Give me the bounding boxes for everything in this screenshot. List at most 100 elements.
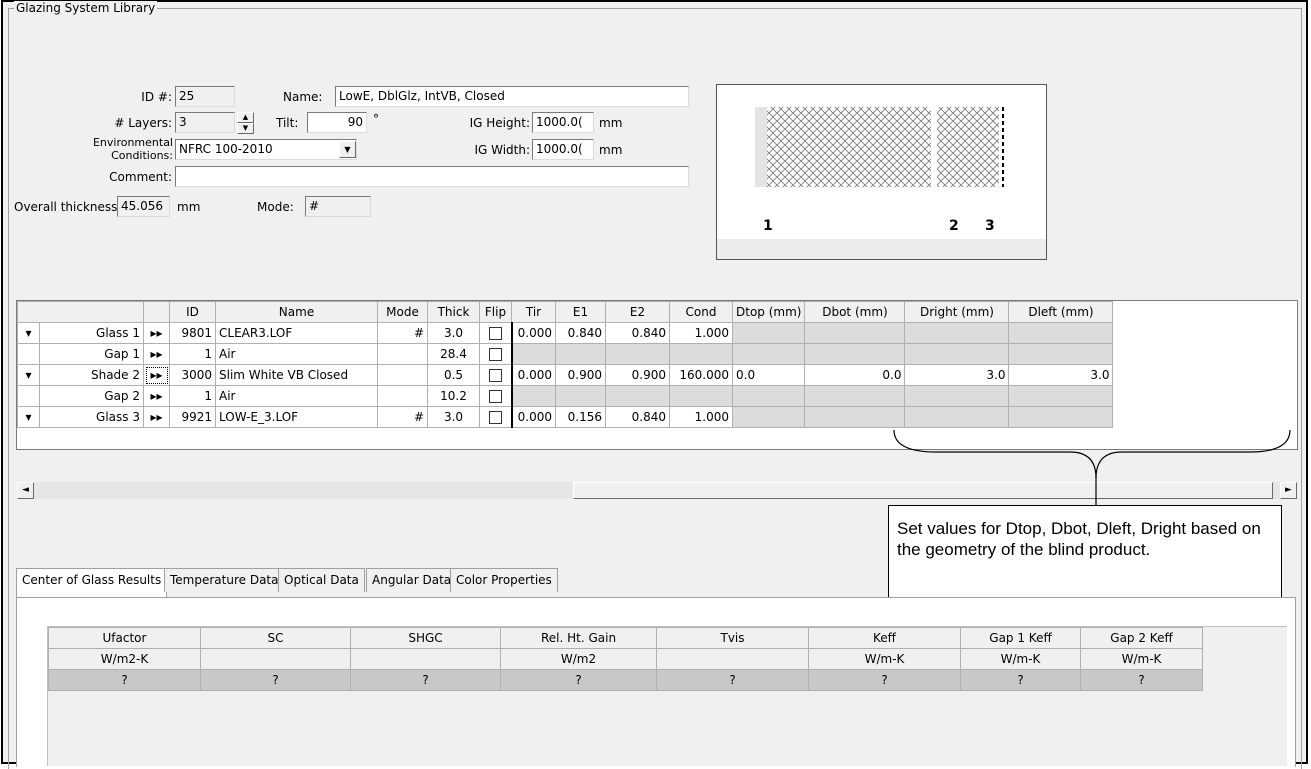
- flip-checkbox[interactable]: [488, 390, 502, 403]
- tab-angular-data[interactable]: Angular Data: [366, 568, 458, 592]
- spin-down-icon[interactable]: ▼: [237, 123, 254, 134]
- row-dropdown-icon[interactable]: ▾: [17, 406, 40, 428]
- flip-checkbox[interactable]: [488, 369, 502, 382]
- cell-dtop[interactable]: 0.0: [731, 364, 806, 386]
- dropdown-arrow-icon[interactable]: ▼: [339, 141, 356, 158]
- tilt-field[interactable]: 90: [307, 112, 367, 133]
- cell-dleft[interactable]: 3.0: [1008, 364, 1114, 386]
- layer-table: ID Name Mode Thick Flip Tir E1 E2 Cond D…: [17, 301, 1209, 428]
- cell-tir[interactable]: 0.000: [510, 406, 556, 428]
- result-header: Rel. Ht. Gain: [500, 627, 657, 649]
- cell-dright[interactable]: 3.0: [904, 364, 1010, 386]
- cell-dleft: [1008, 343, 1114, 365]
- cell-name[interactable]: Slim White VB Closed: [215, 364, 378, 386]
- cell-e2: [605, 385, 670, 407]
- row-nav-icon[interactable]: ▸▸: [143, 406, 170, 428]
- cell-mode[interactable]: [377, 385, 428, 407]
- brace-annotation: [893, 429, 1291, 506]
- cell-dbot[interactable]: 0.0: [804, 364, 906, 386]
- cell-id[interactable]: 1: [169, 343, 216, 365]
- id-field: 25: [175, 86, 235, 107]
- cell-id[interactable]: 1: [169, 385, 216, 407]
- env-conditions-select[interactable]: NFRC 100-2010: [175, 139, 357, 160]
- env-select-value: NFRC 100-2010: [179, 142, 273, 156]
- tab-color-properties[interactable]: Color Properties: [450, 568, 558, 592]
- spin-up-icon[interactable]: ▲: [237, 112, 254, 123]
- row-dropdown-icon[interactable]: ▾: [17, 364, 40, 386]
- header-cell: Cond: [669, 301, 733, 323]
- cell-thick[interactable]: 3.0: [427, 406, 480, 428]
- row-dropdown-icon[interactable]: ▾: [17, 322, 40, 344]
- result-value: ?: [808, 669, 961, 691]
- cell-tir[interactable]: 0.000: [510, 322, 556, 344]
- cell-id[interactable]: 3000: [169, 364, 216, 386]
- scroll-left-icon[interactable]: ◄: [17, 482, 34, 499]
- cell-mode[interactable]: #: [377, 406, 428, 428]
- result-value: ?: [1080, 669, 1203, 691]
- cell-mode[interactable]: #: [377, 322, 428, 344]
- cell-e1[interactable]: 0.156: [555, 406, 606, 428]
- comment-label: Comment:: [109, 170, 172, 184]
- cell-thick[interactable]: 28.4: [427, 343, 480, 365]
- header-cell: Name: [215, 301, 378, 323]
- cell-mode[interactable]: [377, 364, 428, 386]
- cell-e2: [605, 343, 670, 365]
- cell-dtop: [731, 322, 806, 344]
- cell-name[interactable]: Air: [215, 385, 378, 407]
- cell-e1[interactable]: 0.840: [555, 322, 606, 344]
- row-nav-icon[interactable]: ▸▸: [143, 322, 170, 344]
- header-cell: Thick: [427, 301, 480, 323]
- cell-cond[interactable]: 1.000: [669, 322, 733, 344]
- cell-cond[interactable]: 160.000: [669, 364, 733, 386]
- ig-height-field[interactable]: 1000.0(: [532, 112, 594, 133]
- tab-temperature-data[interactable]: Temperature Data: [164, 568, 285, 592]
- flip-checkbox[interactable]: [488, 411, 502, 424]
- cell-e2[interactable]: 0.900: [605, 364, 670, 386]
- layer-preview-drawing: 1 2 3: [717, 107, 1046, 259]
- cell-e2[interactable]: 0.840: [605, 322, 670, 344]
- cell-thick[interactable]: 0.5: [427, 364, 480, 386]
- flip-cell[interactable]: [479, 364, 512, 386]
- cell-name[interactable]: CLEAR3.LOF: [215, 322, 378, 344]
- ig-width-label: IG Width:: [474, 143, 530, 157]
- cell-e1[interactable]: 0.900: [555, 364, 606, 386]
- header-cell: Dleft (mm): [1008, 301, 1114, 323]
- cell-thick[interactable]: 3.0: [427, 322, 480, 344]
- preview-footer: [717, 239, 1046, 259]
- header-cell: Dtop (mm): [731, 301, 806, 323]
- cell-id[interactable]: 9921: [169, 406, 216, 428]
- flip-checkbox[interactable]: [488, 348, 502, 361]
- header-cell: E2: [605, 301, 670, 323]
- row-nav-icon[interactable]: ▸▸: [143, 385, 170, 407]
- layer-row-glass-1[interactable]: ▾ Glass 1 ▸▸ 9801 CLEAR3.LOF # 3.0 0.000…: [17, 322, 1209, 344]
- ig-width-unit: mm: [599, 143, 623, 157]
- flip-cell[interactable]: [479, 406, 512, 428]
- layer-row-gap-2[interactable]: Gap 2 ▸▸ 1 Air 10.2: [17, 385, 1209, 407]
- layer-row-gap-1[interactable]: Gap 1 ▸▸ 1 Air 28.4: [17, 343, 1209, 365]
- cell-mode[interactable]: [377, 343, 428, 365]
- row-nav-icon[interactable]: ▸▸: [143, 364, 170, 386]
- flip-cell[interactable]: [479, 343, 512, 365]
- row-nav-icon[interactable]: ▸▸: [143, 343, 170, 365]
- result-value: ?: [350, 669, 501, 691]
- tab-center-of-glass-results[interactable]: Center of Glass Results: [16, 568, 168, 598]
- layer-row-shade-2[interactable]: ▾ Shade 2 ▸▸ 3000 Slim White VB Closed 0…: [17, 364, 1209, 386]
- comment-field[interactable]: [175, 166, 689, 187]
- layer-row-glass-3[interactable]: ▾ Glass 3 ▸▸ 9921 LOW-E_3.LOF # 3.0 0.00…: [17, 406, 1209, 428]
- row-dropdown-empty: [17, 385, 40, 407]
- cell-name[interactable]: Air: [215, 343, 378, 365]
- flip-cell[interactable]: [479, 322, 512, 344]
- flip-checkbox[interactable]: [488, 327, 502, 340]
- cell-id[interactable]: 9801: [169, 322, 216, 344]
- ig-width-field[interactable]: 1000.0(: [532, 139, 594, 160]
- cell-cond[interactable]: 1.000: [669, 406, 733, 428]
- cell-name[interactable]: LOW-E_3.LOF: [215, 406, 378, 428]
- cell-tir[interactable]: 0.000: [510, 364, 556, 386]
- result-unit: W/m-K: [960, 648, 1081, 670]
- result-unit: [200, 648, 351, 670]
- name-field[interactable]: LowE, DblGlz, IntVB, Closed: [335, 86, 689, 107]
- cell-thick[interactable]: 10.2: [427, 385, 480, 407]
- cell-e2[interactable]: 0.840: [605, 406, 670, 428]
- flip-cell[interactable]: [479, 385, 512, 407]
- tab-optical-data[interactable]: Optical Data: [278, 568, 365, 592]
